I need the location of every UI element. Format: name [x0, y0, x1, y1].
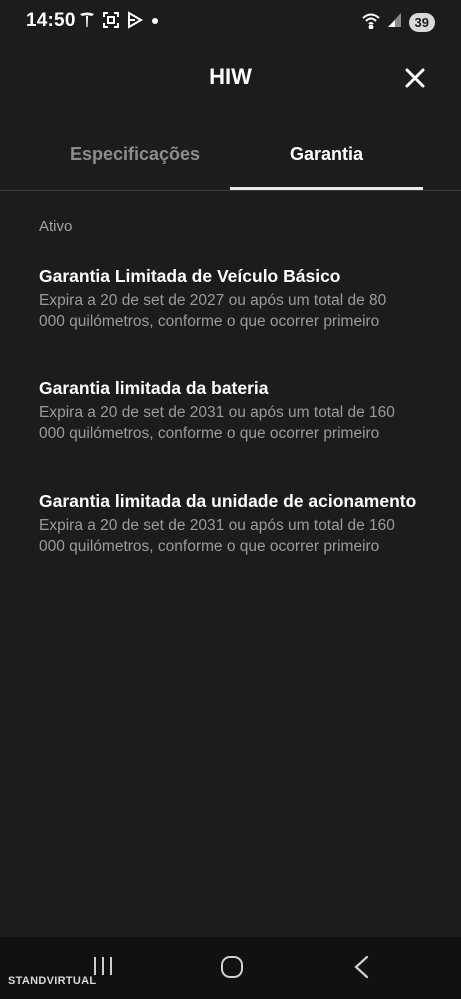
back-icon — [354, 955, 369, 979]
back-button[interactable] — [352, 955, 372, 984]
tab-bar: Especificações Garantia — [0, 130, 461, 190]
battery-indicator: 39 — [408, 13, 435, 32]
recents-icon — [94, 957, 112, 975]
warranty-description: Expira a 20 de set de 2031 ou após um to… — [39, 517, 395, 555]
close-button[interactable] — [403, 66, 427, 90]
warranty-item: Garantia Limitada de Veículo Básico Expi… — [39, 264, 439, 332]
warranty-description: Expira a 20 de set de 2031 ou após um to… — [39, 404, 395, 442]
tab-especificacoes[interactable]: Especificações — [40, 144, 230, 165]
close-icon — [405, 68, 425, 88]
warranty-item: Garantia limitada da unidade de acioname… — [39, 489, 439, 557]
watermark: STANDVIRTUAL — [8, 975, 96, 987]
play-icon — [126, 11, 144, 29]
home-icon — [221, 956, 243, 978]
warranty-title: Garantia limitada da bateria — [39, 378, 269, 398]
system-nav-bar — [0, 937, 461, 999]
warranty-title: Garantia Limitada de Veículo Básico — [39, 266, 341, 286]
status-notification-icons — [78, 11, 160, 29]
warranty-title: Garantia limitada da unidade de acioname… — [39, 491, 417, 511]
warranty-description: Expira a 20 de set de 2027 ou após um to… — [39, 292, 387, 330]
home-button[interactable] — [220, 955, 244, 984]
screenshot-icon — [102, 11, 120, 29]
dot-icon — [150, 11, 160, 29]
status-system-icons: 39 — [361, 11, 435, 34]
tesla-icon — [78, 11, 96, 29]
watermark-text: STANDVIRTUAL — [8, 975, 97, 987]
status-bar: 14:50 39 — [0, 0, 461, 42]
wifi-icon — [361, 11, 381, 34]
tabs-divider — [0, 190, 461, 191]
tab-garantia[interactable]: Garantia — [230, 144, 423, 165]
page-title: HIW — [209, 64, 252, 89]
status-time: 14:50 — [26, 10, 76, 31]
signal-icon — [387, 11, 403, 34]
section-label-active: Ativo — [39, 218, 73, 235]
warranty-item: Garantia limitada da bateria Expira a 20… — [39, 376, 439, 444]
